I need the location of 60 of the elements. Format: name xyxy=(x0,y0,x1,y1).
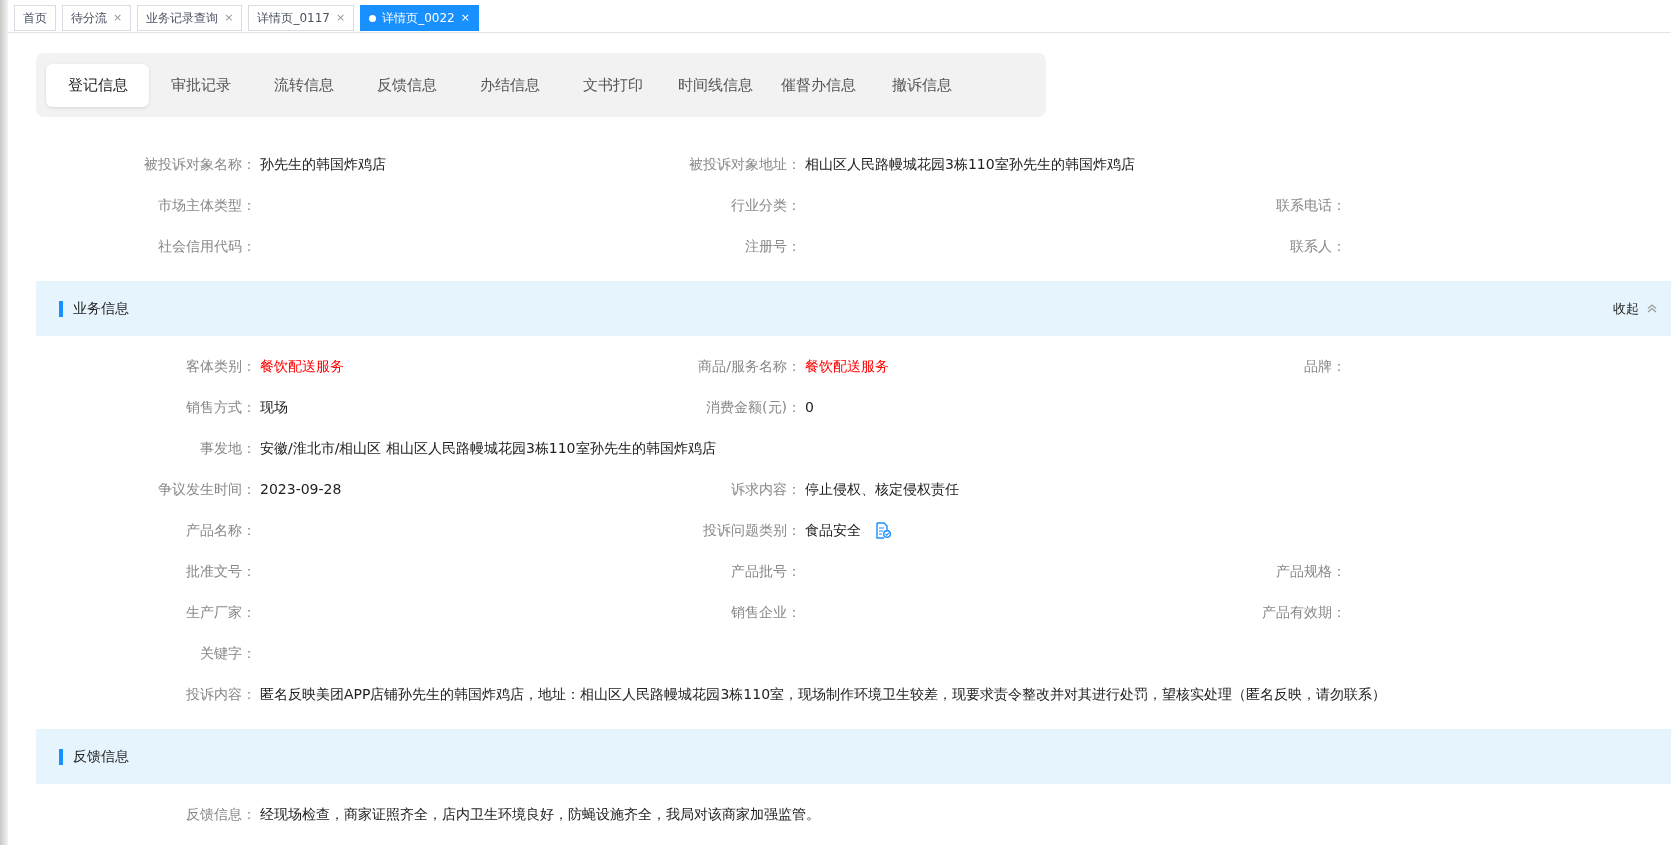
field-label: 反馈信息： xyxy=(185,805,256,824)
field-value: 经现场检查，商家证照齐全，店内卫生环境良好，防蝇设施齐全，我局对该商家加强监管。 xyxy=(260,805,820,824)
field-label: 联系电话： xyxy=(1275,196,1346,215)
document-check-icon[interactable] xyxy=(875,522,891,539)
section-tab[interactable]: 登记信息 xyxy=(46,63,149,107)
field-label: 产品规格： xyxy=(1275,562,1346,581)
page-tab[interactable]: 业务记录查询 × xyxy=(137,5,243,31)
field-label: 品牌： xyxy=(1303,357,1346,376)
field-label: 市场主体类型： xyxy=(157,196,256,215)
section-title: 反馈信息 xyxy=(73,747,129,766)
section-tab[interactable]: 文书打印 xyxy=(561,63,664,107)
field-value: 安徽/淮北市/相山区 相山区人民路幔城花园3栋110室孙先生的韩国炸鸡店 xyxy=(260,439,716,458)
section-tab[interactable]: 流转信息 xyxy=(252,63,355,107)
field-label: 社会信用代码： xyxy=(157,237,256,256)
field-label: 关键字： xyxy=(199,644,256,663)
accent-bar xyxy=(59,300,63,317)
page-tab[interactable]: 详情页_0117 × xyxy=(248,5,355,31)
field-label: 产品有效期： xyxy=(1261,603,1346,622)
page-tab[interactable]: 待分流 × xyxy=(62,5,132,31)
field-label: 事发地： xyxy=(199,439,256,458)
field-label: 产品名称： xyxy=(185,521,256,540)
accent-bar xyxy=(59,748,63,765)
field-label: 客体类别： xyxy=(185,357,256,376)
field-label: 行业分类： xyxy=(730,196,801,215)
field-label: 生产厂家： xyxy=(185,603,256,622)
field-label: 争议发生时间： xyxy=(157,480,256,499)
section-tab[interactable]: 反馈信息 xyxy=(355,63,458,107)
page-tab[interactable]: 首页 xyxy=(14,5,56,31)
field-value: 现场 xyxy=(260,398,288,417)
field-label: 商品/服务名称： xyxy=(697,357,801,376)
field-label: 投诉内容： xyxy=(185,685,256,704)
field-label: 投诉问题类别： xyxy=(702,521,801,540)
section-tab[interactable]: 审批记录 xyxy=(149,63,252,107)
section-title: 业务信息 xyxy=(73,299,129,318)
section-tab[interactable]: 撤诉信息 xyxy=(870,63,973,107)
field-value: 相山区人民路幔城花园3栋110室孙先生的韩国炸鸡店 xyxy=(805,155,1135,174)
field-value: 餐饮配送服务 xyxy=(260,357,344,376)
field-value: 匿名反映美团APP店铺孙先生的韩国炸鸡店，地址：相山区人民路幔城花园3栋110室，现场制作环境卫生较差，现要求责令整改并对其进行处罚，望核实处理（匿名反映，请勿联系） xyxy=(260,685,1387,704)
field-label: 联系人： xyxy=(1289,237,1346,256)
field-label: 批准文号： xyxy=(185,562,256,581)
field-value: 0 xyxy=(805,398,814,417)
field-label: 被投诉对象名称： xyxy=(143,155,256,174)
field-label: 消费金额(元)： xyxy=(705,398,801,417)
field-value: 孙先生的韩国炸鸡店 xyxy=(260,155,386,174)
field-label: 产品批号： xyxy=(730,562,801,581)
active-dot-icon xyxy=(369,14,377,22)
section-tab[interactable]: 催督办信息 xyxy=(767,63,870,107)
field-value: 食品安全 xyxy=(805,521,861,540)
field-value: 2023-09-28 xyxy=(260,480,342,499)
field-value: 停止侵权、核定侵权责任 xyxy=(805,480,959,499)
field-value: 餐饮配送服务 xyxy=(805,357,889,376)
section-tab[interactable]: 办结信息 xyxy=(458,63,561,107)
field-label: 销售方式： xyxy=(185,398,256,417)
collapse-button[interactable]: 收起 xyxy=(1613,298,1657,319)
field-label: 被投诉对象地址： xyxy=(688,155,801,174)
section-tab[interactable]: 时间线信息 xyxy=(664,63,767,107)
chevron-up-icon xyxy=(1647,304,1657,313)
field-label: 注册号： xyxy=(744,237,801,256)
field-label: 诉求内容： xyxy=(730,480,801,499)
field-label: 销售企业： xyxy=(730,603,801,622)
